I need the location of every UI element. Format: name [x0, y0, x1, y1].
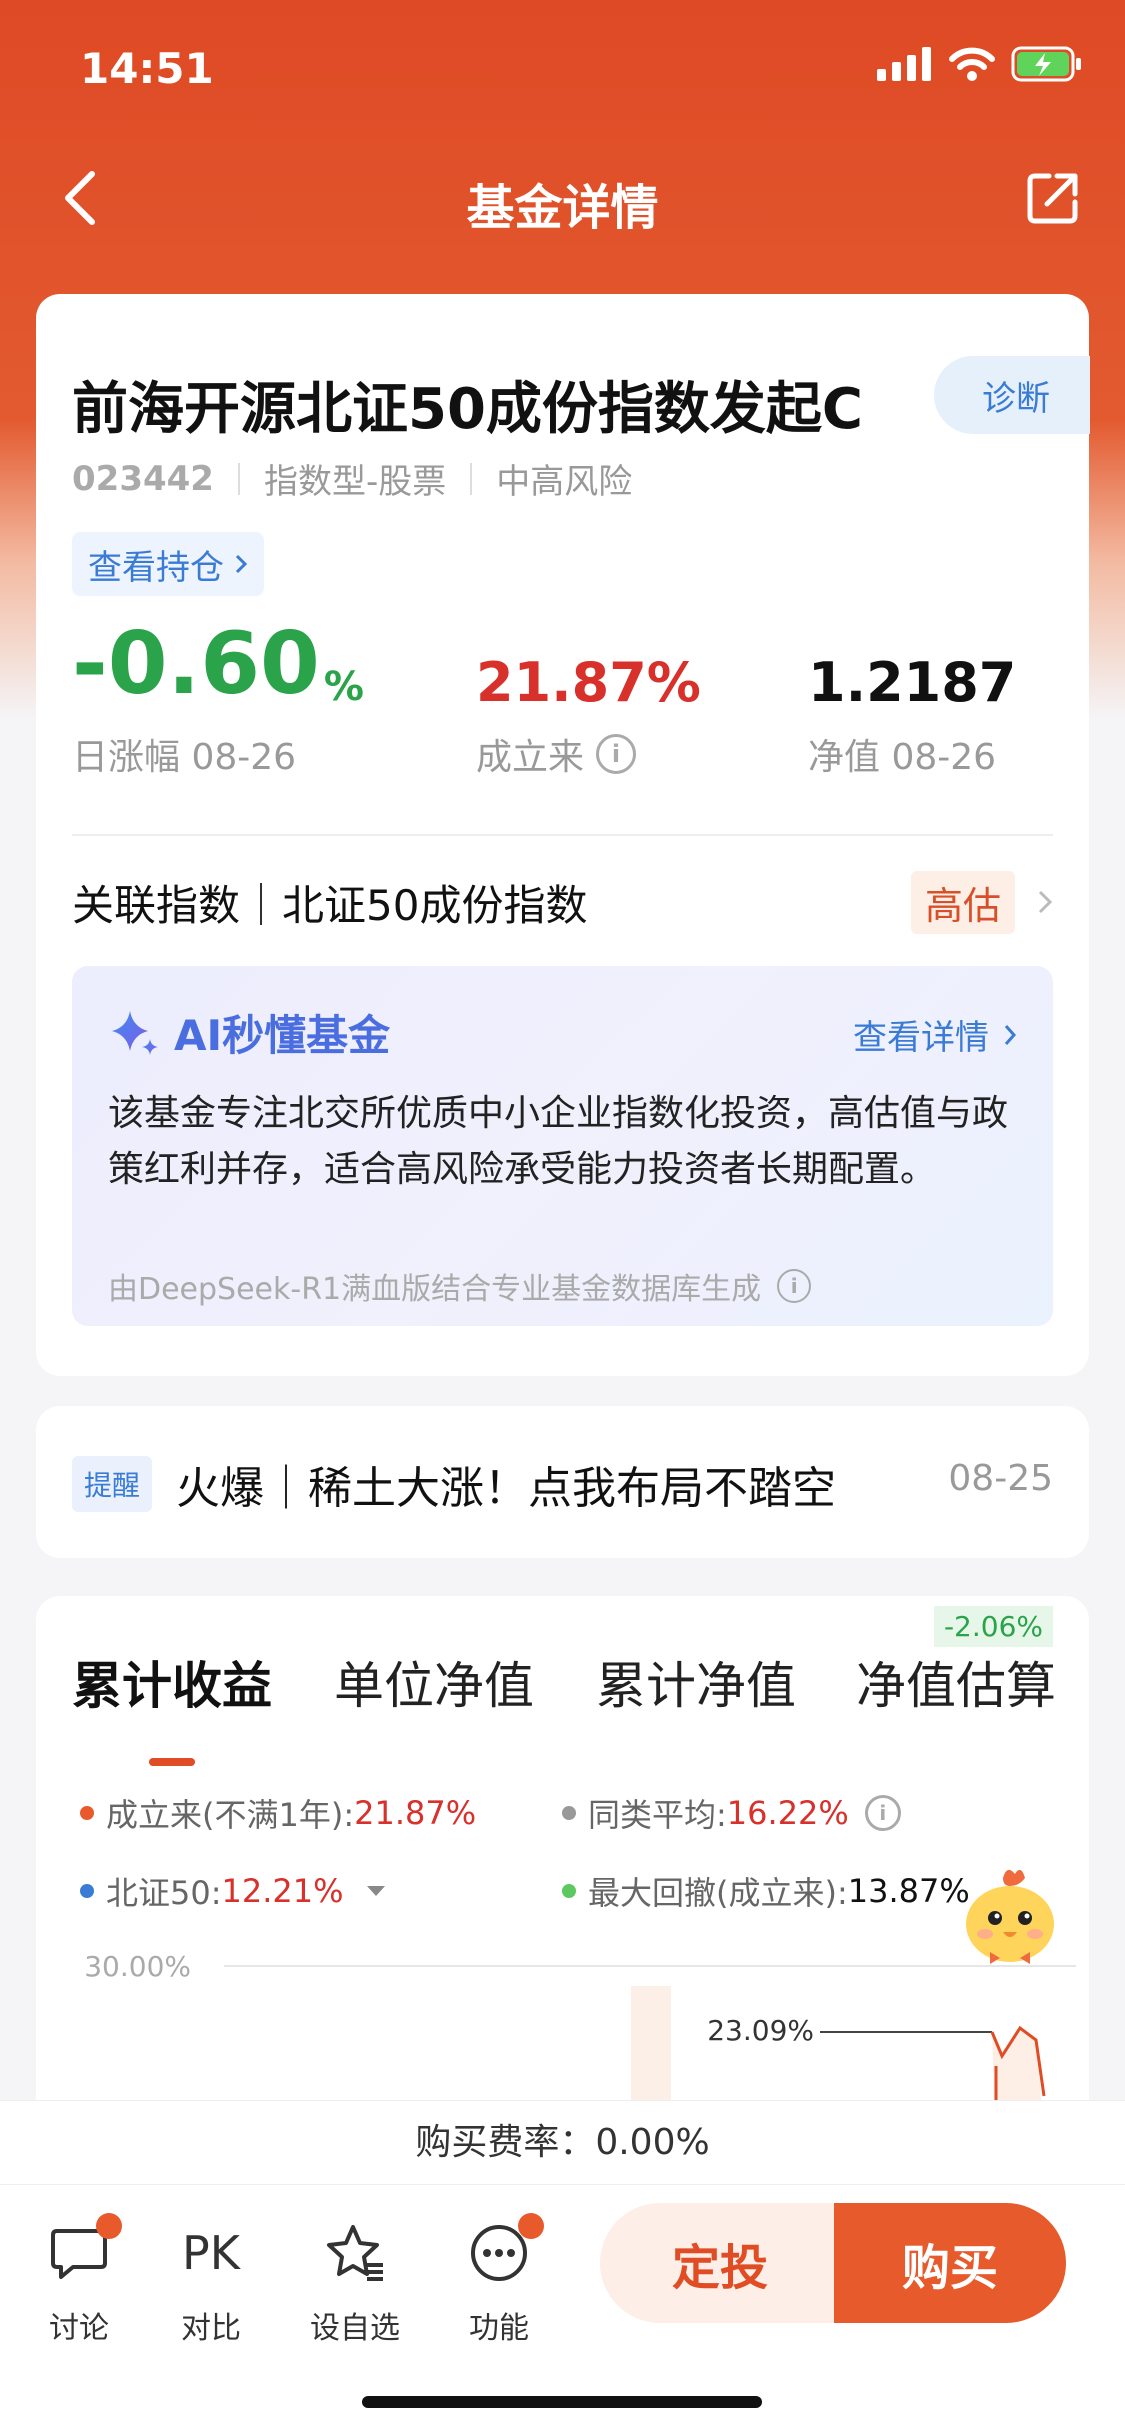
ai-summary-text: 该基金专注北交所优质中小企业指数化投资，高估值与政策红利并存，适合高风险承受能力… [108, 1093, 1009, 1190]
chart-annotation: 23.09% [707, 2014, 814, 2047]
fund-type: 指数型-股票 [263, 462, 447, 502]
divider [72, 834, 1053, 836]
daily-change-unit: % [323, 664, 364, 710]
tab-cumulative-return[interactable]: 累计收益 [72, 1646, 272, 1718]
legend-fund-label: 成立来(不满1年): [106, 1796, 355, 1834]
tab-nav-estimate[interactable]: 净值估算 [856, 1646, 1056, 1718]
pk-icon: PK [182, 2226, 240, 2280]
ai-summary-box: AI秒懂基金 查看详情 该基金专注北交所优质中小企业指数化投资，高估值与政策红利… [72, 966, 1053, 1326]
ai-view-details-label: 查看详情 [853, 1018, 989, 1058]
y-tick-label: 30.00% [84, 1950, 191, 1983]
tab-cumulative-nav[interactable]: 累计净值 [596, 1646, 796, 1718]
info-icon[interactable]: i [777, 1269, 812, 1303]
status-time: 14:51 [80, 44, 214, 93]
view-holdings-button[interactable]: 查看持仓 [72, 532, 264, 596]
diagnose-button[interactable]: 诊断 [934, 356, 1090, 434]
active-tab-indicator [149, 1758, 195, 1766]
tab-unit-nav[interactable]: 单位净值 [334, 1646, 534, 1718]
status-icons [877, 46, 1083, 82]
estimate-badge: -2.06% [933, 1606, 1053, 1647]
chevron-right-icon [1038, 890, 1053, 914]
compare-button[interactable]: PK 对比 [156, 2213, 266, 2347]
notification-dot [518, 2213, 544, 2239]
chart-tabs: 累计收益 单位净值 累计净值 净值估算 [36, 1646, 1089, 1766]
meta-divider [237, 462, 240, 495]
legend-dot [80, 1806, 94, 1820]
chevron-right-icon [235, 554, 248, 574]
legend-dot [562, 1884, 576, 1898]
buy-button[interactable]: 购买 [834, 2203, 1066, 2323]
notification-dot [96, 2213, 122, 2239]
reminder-card[interactable]: 提醒 火爆｜稀土大涨！点我布局不踏空 08-25 [36, 1406, 1089, 1558]
home-indicator [362, 2396, 762, 2408]
related-index-text: 关联指数｜北证50成份指数 [72, 880, 588, 930]
daily-change-label: 日涨幅 08-26 [72, 737, 297, 778]
caret-down-icon[interactable] [366, 1885, 386, 1897]
fund-name: 前海开源北证50成份指数发起C [72, 377, 864, 442]
purchase-fee-bar: 购买费率：0.00% [0, 2100, 1125, 2184]
functions-button[interactable]: 功能 [444, 2213, 554, 2347]
legend-avg-label: 同类平均: [588, 1796, 727, 1834]
performance-card: 累计收益 单位净值 累计净值 净值估算 -2.06% 成立来(不满1年): 21… [36, 1596, 1089, 2156]
nav-stat: 1.2187 净值 08-26 [808, 634, 1016, 780]
wifi-icon [949, 47, 995, 81]
functions-label: 功能 [469, 2311, 529, 2346]
nav-label: 净值 08-26 [808, 737, 997, 778]
compare-label: 对比 [181, 2311, 241, 2346]
daily-change-value: -0.60 % [72, 614, 364, 714]
legend-dot [80, 1884, 94, 1898]
legend-drawdown-value: 13.87% [847, 1872, 970, 1910]
since-inception-stat: 21.87% 成立来 i [476, 634, 701, 780]
add-watchlist-button[interactable]: 设自选 [300, 2213, 410, 2347]
reminder-tag: 提醒 [72, 1456, 153, 1512]
nav-value: 1.2187 [808, 651, 1017, 714]
fund-overview-card: 前海开源北证50成份指数发起C 诊断 023442 指数型-股票 中高风险 查看… [36, 294, 1090, 1376]
legend-avg-value: 16.22% [726, 1794, 849, 1832]
legend-fund-value: 21.87% [354, 1794, 477, 1832]
sparkle-icon [112, 1010, 158, 1055]
view-holdings-label: 查看持仓 [88, 547, 224, 588]
signal-icon [877, 47, 931, 81]
legend-category-avg: 同类平均: 16.22% i [562, 1790, 901, 1836]
battery-charging-icon [1011, 46, 1081, 82]
since-inception-value: 21.87% [476, 651, 701, 714]
ai-title: AI秒懂基金 [108, 1002, 390, 1063]
info-icon[interactable]: i [596, 734, 637, 774]
reminder-text: 火爆｜稀土大涨！点我布局不踏空 [176, 1463, 836, 1514]
ai-title-text: AI秒懂基金 [174, 1011, 391, 1060]
share-icon[interactable] [1025, 170, 1081, 226]
legend-max-drawdown: 最大回撤(成立来): 13.87% [562, 1868, 970, 1914]
legend-drawdown-label: 最大回撤(成立来): [588, 1874, 848, 1912]
daily-change-stat: -0.60 % 日涨幅 08-26 [72, 614, 364, 780]
chevron-right-icon [1004, 1024, 1017, 1045]
star-icon [327, 2225, 383, 2281]
ai-source-row: 由DeepSeek-R1满血版结合专业基金数据库生成 i [108, 1264, 812, 1308]
legend-index-label: 北证50: [106, 1874, 222, 1912]
legend-fund: 成立来(不满1年): 21.87% [80, 1790, 476, 1836]
legend-index-value: 12.21% [221, 1872, 344, 1910]
discuss-label: 讨论 [49, 2311, 109, 2346]
fund-risk: 中高风险 [496, 462, 633, 502]
add-watchlist-label: 设自选 [310, 2311, 400, 2346]
reminder-date: 08-25 [948, 1458, 1053, 1499]
meta-divider [470, 462, 473, 495]
page-title: 基金详情 [466, 180, 659, 236]
valuation-tag: 高估 [910, 870, 1015, 934]
related-index-row[interactable]: 关联指数｜北证50成份指数 高估 [72, 870, 1053, 934]
ai-source-text: 由DeepSeek-R1满血版结合专业基金数据库生成 [108, 1272, 762, 1307]
ai-view-details-link[interactable]: 查看详情 [853, 1010, 1017, 1059]
legend-dot [562, 1806, 576, 1820]
since-inception-label: 成立来 [476, 737, 585, 778]
auto-invest-button[interactable]: 定投 [600, 2203, 840, 2323]
discuss-button[interactable]: 讨论 [24, 2213, 134, 2347]
legend-index: 北证50: 12.21% [80, 1868, 386, 1914]
fund-code: 023442 [72, 458, 214, 499]
daily-change-number: -0.60 [72, 614, 320, 714]
fund-meta: 023442 指数型-股票 中高风险 [72, 454, 632, 503]
info-icon[interactable]: i [864, 1795, 901, 1831]
